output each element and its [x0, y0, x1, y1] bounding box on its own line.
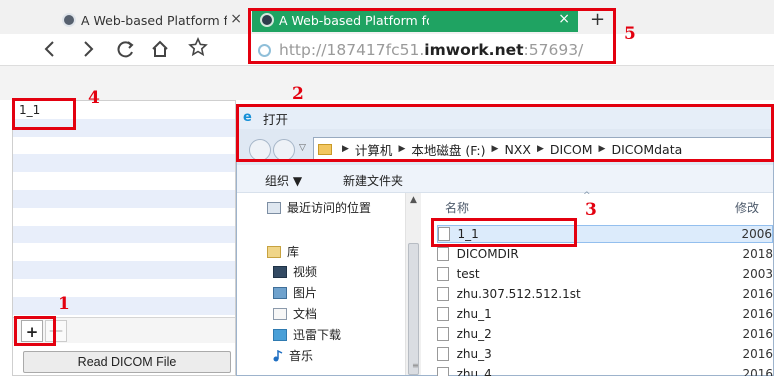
file-icon [437, 327, 449, 341]
annotation-number-5: 5 [624, 24, 636, 44]
navigation-pane: 最近访问的位置 库 视频 图片 文档 迅雷下载 音乐 [237, 193, 421, 375]
file-icon [437, 367, 449, 376]
annotation-box-1 [14, 316, 56, 346]
globe-icon [62, 13, 76, 27]
list-item[interactable] [13, 189, 235, 208]
annotation-box-2 [236, 104, 774, 162]
file-name: test [456, 267, 480, 281]
annotation-box-4 [12, 98, 76, 130]
list-item[interactable] [13, 225, 235, 244]
nav-item-label: 音乐 [289, 349, 314, 363]
file-icon [437, 287, 449, 301]
list-item[interactable] [13, 172, 235, 190]
new-folder-button[interactable]: 新建文件夹 [343, 172, 403, 189]
list-item[interactable] [13, 278, 235, 297]
nav-item-label: 库 [287, 245, 300, 259]
dialog-toolbar: 组织 ▼ 新建文件夹 [237, 165, 773, 193]
annotation-number-2: 2 [292, 84, 304, 104]
page-background [0, 66, 774, 100]
file-date: 2016 [742, 307, 773, 321]
list-item[interactable] [13, 154, 235, 173]
video-icon [273, 265, 287, 278]
scroll-grip-icon: ≡ [412, 361, 419, 370]
recent-places-icon [267, 201, 281, 214]
file-date: 2016 [742, 347, 773, 361]
column-header-modified[interactable]: 修改 [735, 199, 759, 216]
nav-item-label: 图片 [293, 286, 318, 300]
dicom-file-list[interactable]: 1_1 [13, 101, 235, 315]
nav-item-label: 最近访问的位置 [287, 201, 372, 215]
nav-item-label: 迅雷下载 [293, 328, 342, 342]
file-row[interactable]: zhu.307.512.512.1st 2016 [437, 285, 773, 303]
column-header-name[interactable]: 名称 [445, 199, 469, 216]
library-icon [267, 245, 281, 258]
file-date: 2006 [741, 227, 772, 241]
nav-item-downloads[interactable]: 迅雷下载 [273, 326, 341, 343]
annotation-number-3: 3 [585, 200, 597, 220]
file-date: 2016 [742, 367, 773, 376]
reload-icon[interactable] [116, 35, 136, 63]
file-row[interactable]: zhu_4 2016 [437, 365, 773, 376]
music-icon [273, 349, 283, 361]
file-date: 2016 [742, 287, 773, 301]
list-item[interactable] [13, 261, 235, 279]
file-date: 2018 [742, 247, 773, 261]
tab-title: A Web-based Platform for Se [81, 12, 227, 28]
browser-tab-inactive[interactable]: A Web-based Platform for Se × [56, 8, 248, 32]
nav-item-label: 视频 [293, 265, 318, 279]
picture-icon [273, 286, 287, 299]
file-name: DICOMDIR [456, 247, 519, 261]
annotation-box-3 [431, 218, 577, 247]
file-date: 2016 [742, 327, 773, 341]
file-name: zhu_1 [456, 307, 492, 321]
list-item[interactable] [13, 296, 235, 315]
file-icon [437, 307, 449, 321]
scrollbar-thumb[interactable]: ≡ [408, 243, 419, 375]
nav-item-library[interactable]: 库 [267, 243, 299, 260]
file-name: zhu_4 [456, 367, 492, 376]
file-row[interactable]: DICOMDIR 2018 [437, 245, 773, 263]
nav-item-music[interactable]: 音乐 [273, 347, 313, 364]
nav-item-video[interactable]: 视频 [273, 263, 317, 280]
file-icon [437, 247, 449, 261]
file-row[interactable]: zhu_1 2016 [437, 305, 773, 323]
list-item[interactable] [13, 136, 235, 155]
forward-icon[interactable] [80, 35, 96, 63]
file-row[interactable]: test 2003 [437, 265, 773, 283]
nav-pane-scrollbar[interactable]: ▲ ≡ [405, 193, 421, 375]
home-icon[interactable] [150, 39, 170, 59]
back-icon[interactable] [42, 35, 58, 63]
file-name: zhu.307.512.512.1st [456, 287, 581, 301]
file-icon [437, 347, 449, 361]
nav-item-recent[interactable]: 最近访问的位置 [267, 199, 371, 216]
read-dicom-button[interactable]: Read DICOM File [23, 351, 231, 373]
file-icon [437, 267, 449, 281]
file-row[interactable]: zhu_3 2016 [437, 345, 773, 363]
file-name: zhu_3 [456, 347, 492, 361]
close-tab-icon[interactable]: × [230, 11, 242, 27]
bookmark-star-icon[interactable] [188, 37, 208, 57]
annotation-number-1: 1 [58, 294, 70, 314]
annotation-box-5 [248, 8, 616, 64]
file-row[interactable]: zhu_2 2016 [437, 325, 773, 343]
list-item[interactable] [13, 243, 235, 262]
annotation-number-4: 4 [88, 88, 100, 108]
nav-item-pictures[interactable]: 图片 [273, 284, 317, 301]
nav-item-label: 文档 [293, 307, 318, 321]
organize-menu-button[interactable]: 组织 ▼ [265, 172, 302, 189]
file-name: zhu_2 [456, 327, 492, 341]
file-date: 2003 [742, 267, 773, 281]
scroll-up-icon[interactable]: ▲ [410, 195, 417, 205]
document-icon [273, 307, 287, 320]
download-icon [273, 328, 287, 341]
list-item[interactable] [13, 207, 235, 226]
nav-item-documents[interactable]: 文档 [273, 305, 317, 322]
